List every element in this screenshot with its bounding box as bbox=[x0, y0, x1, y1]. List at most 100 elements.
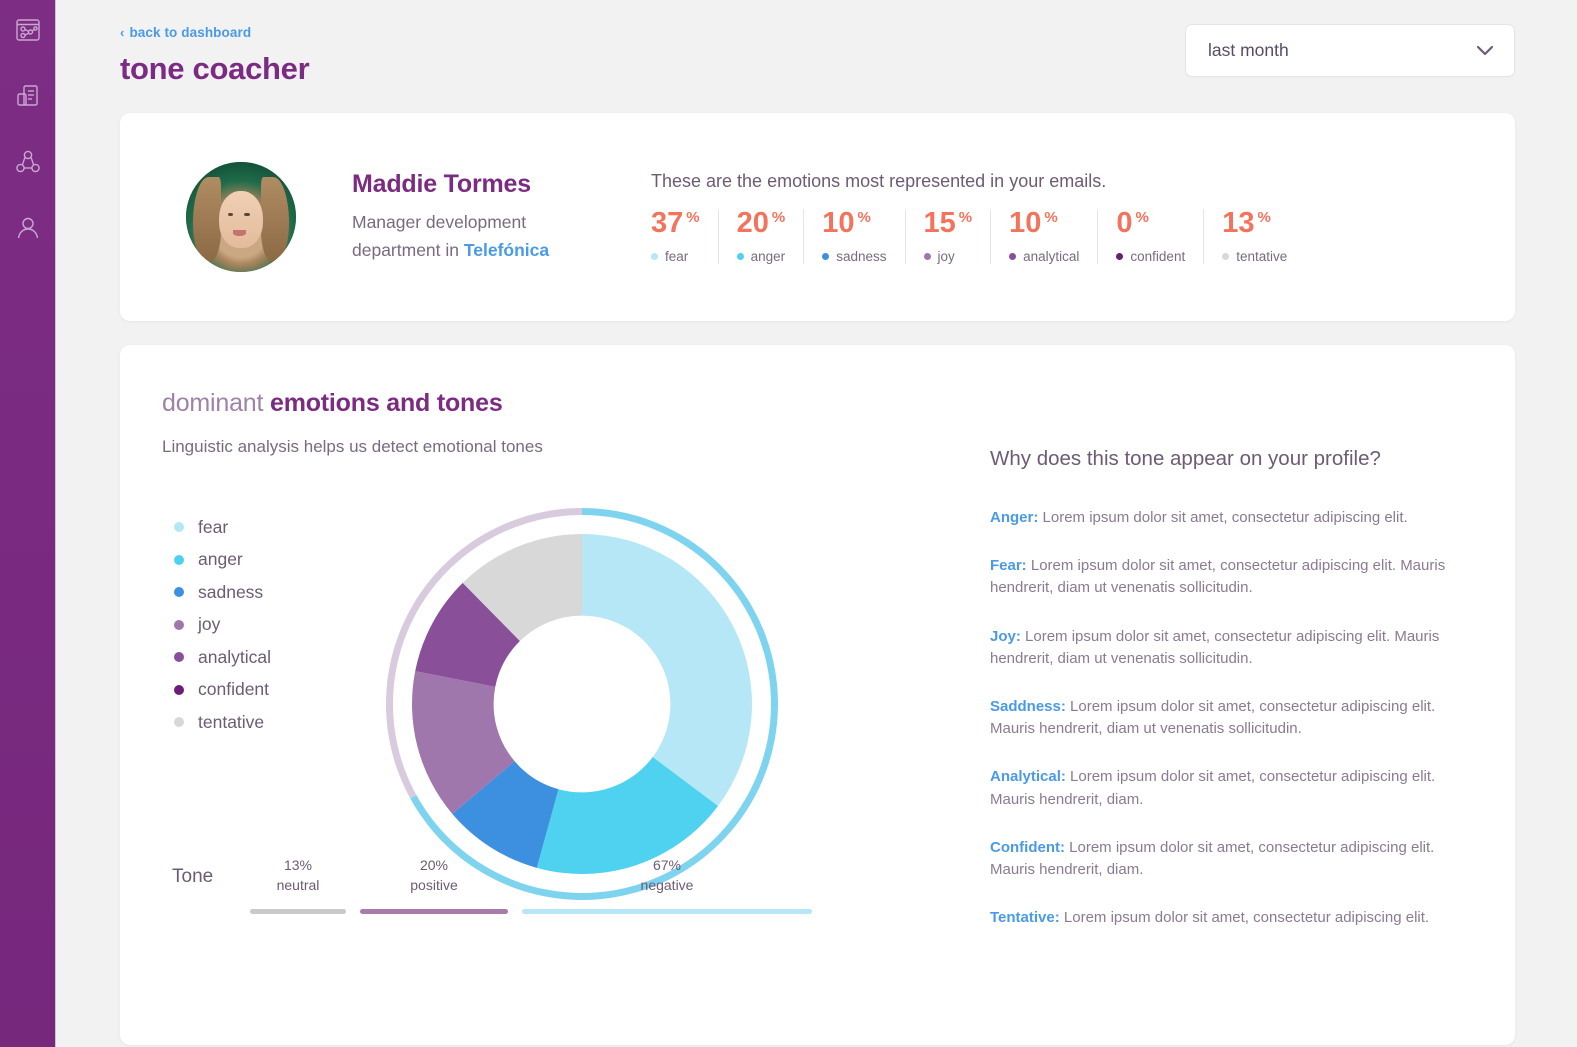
tone-percent: 13% bbox=[283, 857, 313, 873]
emotion-stat-list: 37% fear 20% anger 10% sadness 15% joy 10% analyt… bbox=[651, 206, 1475, 264]
legend-color-dot bbox=[174, 619, 184, 630]
page-header: ‹ back to dashboard tone coacher last mo… bbox=[120, 24, 1515, 87]
legend-color-dot bbox=[174, 652, 184, 663]
why-item: Confident: Lorem ipsum dolor sit amet, c… bbox=[990, 837, 1465, 881]
tone-label: Tone bbox=[172, 866, 214, 887]
page-title: tone coacher bbox=[120, 51, 310, 86]
avatar-mouth bbox=[233, 230, 247, 236]
emotion-percent: 10% bbox=[822, 206, 871, 239]
why-column: Why does this tone appear on your profil… bbox=[882, 389, 1465, 1045]
legend-label: confident bbox=[198, 679, 270, 700]
why-item: Anger: Lorem ipsum dolor sit amet, conse… bbox=[990, 507, 1465, 529]
reports-icon bbox=[15, 83, 41, 109]
emotion-percent: 0% bbox=[1116, 206, 1149, 239]
emotion-percent: 10% bbox=[1009, 206, 1058, 239]
app-root: ‹ back to dashboard tone coacher last mo… bbox=[0, 0, 1577, 1047]
why-item-key: Analytical: bbox=[990, 768, 1066, 786]
percent-symbol: % bbox=[1135, 208, 1149, 226]
percent-symbol: % bbox=[958, 208, 973, 226]
why-item: Joy: Lorem ipsum dolor sit amet, consect… bbox=[990, 626, 1465, 670]
emotion-color-dot bbox=[1222, 252, 1230, 260]
sidebar bbox=[0, 0, 56, 1047]
section-title-bold: emotions and tones bbox=[270, 389, 503, 417]
percent-symbol: % bbox=[771, 208, 786, 226]
legend-color-dot bbox=[174, 587, 184, 598]
emotion-label: fear bbox=[651, 249, 700, 264]
emotion-stat: 10% sadness bbox=[822, 206, 906, 264]
sidebar-item-profile[interactable] bbox=[8, 206, 48, 250]
section-subtitle: Linguistic analysis helps us detect emot… bbox=[162, 437, 543, 456]
emotion-stat: 15% joy bbox=[923, 208, 992, 264]
why-title: Why does this tone appear on your profil… bbox=[990, 447, 1381, 470]
profile-role: Manager development department in Telefó… bbox=[352, 208, 617, 264]
why-item-text: Lorem ipsum dolor sit amet, consectetur … bbox=[1063, 909, 1430, 927]
why-item: Saddness: Lorem ipsum dolor sit amet, co… bbox=[990, 696, 1465, 740]
legend-label: anger bbox=[198, 549, 243, 570]
tone-name: negative bbox=[640, 877, 694, 893]
legend-item[interactable]: tentative bbox=[174, 706, 271, 739]
legend-item[interactable]: fear bbox=[174, 511, 271, 544]
profile-role-line2: department in bbox=[352, 240, 464, 260]
emotion-color-dot bbox=[923, 252, 931, 260]
tone-breakdown: Tone 13% neutral 20% positive 67% negative bbox=[172, 857, 812, 914]
why-list: Anger: Lorem ipsum dolor sit amet, conse… bbox=[990, 507, 1465, 929]
tone-bar bbox=[522, 909, 812, 914]
emotion-color-dot bbox=[736, 252, 744, 260]
sidebar-item-dashboard[interactable] bbox=[8, 8, 48, 52]
tone-name: positive bbox=[410, 877, 458, 893]
why-item-key: Tentative: bbox=[990, 909, 1060, 927]
tone-segment: 67% negative bbox=[522, 857, 812, 914]
legend-label: analytical bbox=[198, 646, 271, 667]
profile-card: Maddie Tormes Manager development depart… bbox=[120, 113, 1515, 321]
emotion-color-dot bbox=[822, 252, 830, 260]
tone-percent: 67% bbox=[652, 857, 682, 873]
legend-color-dot bbox=[174, 684, 184, 695]
why-item-text: Lorem ipsum dolor sit amet, consectetur … bbox=[1042, 509, 1408, 526]
tone-bar bbox=[360, 909, 508, 914]
legend-item[interactable]: joy bbox=[174, 609, 271, 642]
legend-label: sadness bbox=[198, 581, 264, 602]
tone-percent: 20% bbox=[419, 857, 449, 873]
percent-symbol: % bbox=[686, 208, 700, 226]
why-item-key: Anger: bbox=[990, 509, 1039, 526]
legend-item[interactable]: analytical bbox=[174, 641, 271, 674]
legend-item[interactable]: sadness bbox=[174, 576, 271, 609]
emotion-stat: 13% tentative bbox=[1222, 208, 1305, 264]
profile-identity: Maddie Tormes Manager development depart… bbox=[352, 170, 617, 264]
emotion-stat: 10% analytical bbox=[1009, 206, 1099, 264]
section-title-light: dominant bbox=[162, 389, 270, 417]
emotion-label: confident bbox=[1116, 249, 1185, 264]
tone-bar bbox=[250, 909, 346, 914]
legend-label: tentative bbox=[198, 711, 265, 732]
sidebar-item-reports[interactable] bbox=[8, 74, 48, 118]
why-item-key: Confident: bbox=[990, 838, 1065, 856]
profile-company-link[interactable]: Telefónica bbox=[464, 240, 549, 260]
why-item-key: Saddness: bbox=[990, 697, 1066, 715]
chart-legend: fear anger sadness joy analytical confident te… bbox=[174, 511, 271, 739]
date-range-select[interactable]: last month bbox=[1185, 24, 1515, 77]
legend-item[interactable]: anger bbox=[174, 544, 271, 577]
emotion-label: analytical bbox=[1009, 249, 1079, 264]
team-icon bbox=[15, 149, 41, 175]
percent-symbol: % bbox=[857, 208, 871, 226]
emotions-donut-chart[interactable] bbox=[367, 489, 797, 919]
legend-item[interactable]: confident bbox=[174, 674, 271, 707]
emotion-label: sadness bbox=[822, 249, 887, 264]
why-item: Tentative: Lorem ipsum dolor sit amet, c… bbox=[990, 907, 1465, 929]
tone-name: neutral bbox=[276, 877, 320, 893]
emotion-color-dot bbox=[1116, 252, 1124, 260]
emotion-label: anger bbox=[736, 249, 786, 264]
emotion-stat: 20% anger bbox=[736, 208, 805, 264]
main-content: ‹ back to dashboard tone coacher last mo… bbox=[56, 0, 1577, 1047]
why-item-text: Lorem ipsum dolor sit amet, consectetur … bbox=[990, 627, 1440, 667]
back-to-dashboard-link[interactable]: ‹ back to dashboard bbox=[120, 25, 251, 40]
tone-bar-list: 13% neutral 20% positive 67% negative bbox=[250, 857, 812, 914]
emotions-summary: These are the emotions most represented … bbox=[651, 171, 1475, 264]
emotion-label: joy bbox=[923, 249, 973, 264]
sidebar-item-team[interactable] bbox=[8, 140, 48, 184]
date-range-value: last month bbox=[1208, 40, 1289, 60]
profile-icon bbox=[15, 215, 41, 241]
legend-color-dot bbox=[174, 554, 184, 565]
tone-segment: 20% positive bbox=[360, 857, 508, 914]
legend-color-dot bbox=[174, 522, 184, 533]
